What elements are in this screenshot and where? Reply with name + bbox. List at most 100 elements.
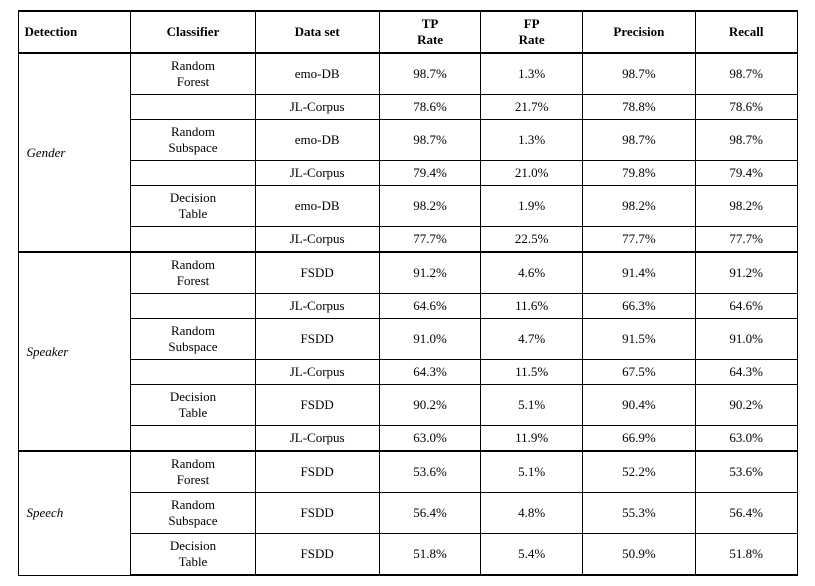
tp-cell: 79.4% xyxy=(379,161,481,186)
tp-cell: 64.6% xyxy=(379,294,481,319)
classifier-cell: RandomSubspace xyxy=(131,319,255,360)
fp-cell: 1.9% xyxy=(481,186,583,227)
recall-cell: 98.7% xyxy=(695,53,797,95)
table-body: GenderRandomForestemo-DB98.7%1.3%98.7%98… xyxy=(18,53,797,575)
classifier-cell: RandomForest xyxy=(131,451,255,493)
classifier-cell: DecisionTable xyxy=(131,534,255,576)
dataset-cell: FSDD xyxy=(255,252,379,294)
precision-cell: 50.9% xyxy=(582,534,695,576)
recall-cell: 91.2% xyxy=(695,252,797,294)
dataset-cell: JL-Corpus xyxy=(255,426,379,452)
fp-cell: 5.1% xyxy=(481,385,583,426)
header-tp: TPRate xyxy=(379,11,481,53)
fp-cell: 22.5% xyxy=(481,227,583,253)
fp-cell: 21.7% xyxy=(481,95,583,120)
dataset-cell: FSDD xyxy=(255,451,379,493)
dataset-cell: FSDD xyxy=(255,385,379,426)
fp-cell: 1.3% xyxy=(481,120,583,161)
dataset-cell: FSDD xyxy=(255,534,379,576)
recall-cell: 64.6% xyxy=(695,294,797,319)
dataset-cell: JL-Corpus xyxy=(255,360,379,385)
fp-cell: 4.6% xyxy=(481,252,583,294)
table-row: SpeechRandomForestFSDD53.6%5.1%52.2%53.6… xyxy=(18,451,797,493)
recall-cell: 64.3% xyxy=(695,360,797,385)
table-row: JL-Corpus77.7%22.5%77.7%77.7% xyxy=(18,227,797,253)
recall-cell: 51.8% xyxy=(695,534,797,576)
table-row: RandomSubspaceemo-DB98.7%1.3%98.7%98.7% xyxy=(18,120,797,161)
tp-cell: 90.2% xyxy=(379,385,481,426)
precision-cell: 91.5% xyxy=(582,319,695,360)
dataset-cell: FSDD xyxy=(255,493,379,534)
precision-cell: 78.8% xyxy=(582,95,695,120)
dataset-cell: emo-DB xyxy=(255,53,379,95)
tp-cell: 51.8% xyxy=(379,534,481,576)
table-row: SpeakerRandomForestFSDD91.2%4.6%91.4%91.… xyxy=(18,252,797,294)
fp-cell: 1.3% xyxy=(481,53,583,95)
dataset-cell: FSDD xyxy=(255,319,379,360)
detection-cell: Speech xyxy=(18,451,131,575)
detection-cell: Gender xyxy=(18,53,131,252)
table-row: JL-Corpus64.3%11.5%67.5%64.3% xyxy=(18,360,797,385)
recall-cell: 78.6% xyxy=(695,95,797,120)
precision-cell: 98.7% xyxy=(582,120,695,161)
classifier-cell: DecisionTable xyxy=(131,186,255,227)
header-row: Detection Classifier Data set TPRate FPR… xyxy=(18,11,797,53)
fp-cell: 11.9% xyxy=(481,426,583,452)
table-wrapper: Detection Classifier Data set TPRate FPR… xyxy=(8,0,808,586)
table-row: DecisionTableFSDD51.8%5.4%50.9%51.8% xyxy=(18,534,797,576)
detection-cell: Speaker xyxy=(18,252,131,451)
table-row: RandomSubspaceFSDD56.4%4.8%55.3%56.4% xyxy=(18,493,797,534)
precision-cell: 52.2% xyxy=(582,451,695,493)
classifier-cell xyxy=(131,426,255,452)
table-row: JL-Corpus78.6%21.7%78.8%78.6% xyxy=(18,95,797,120)
classifier-cell: DecisionTable xyxy=(131,385,255,426)
results-table: Detection Classifier Data set TPRate FPR… xyxy=(18,10,798,576)
table-row: GenderRandomForestemo-DB98.7%1.3%98.7%98… xyxy=(18,53,797,95)
tp-cell: 64.3% xyxy=(379,360,481,385)
tp-cell: 63.0% xyxy=(379,426,481,452)
precision-cell: 98.7% xyxy=(582,53,695,95)
recall-cell: 91.0% xyxy=(695,319,797,360)
tp-cell: 91.2% xyxy=(379,252,481,294)
recall-cell: 98.7% xyxy=(695,120,797,161)
classifier-cell xyxy=(131,161,255,186)
precision-cell: 91.4% xyxy=(582,252,695,294)
classifier-cell xyxy=(131,95,255,120)
table-row: JL-Corpus64.6%11.6%66.3%64.6% xyxy=(18,294,797,319)
precision-cell: 66.3% xyxy=(582,294,695,319)
header-recall: Recall xyxy=(695,11,797,53)
classifier-cell xyxy=(131,227,255,253)
precision-cell: 90.4% xyxy=(582,385,695,426)
recall-cell: 63.0% xyxy=(695,426,797,452)
fp-cell: 4.8% xyxy=(481,493,583,534)
header-classifier: Classifier xyxy=(131,11,255,53)
fp-cell: 11.6% xyxy=(481,294,583,319)
recall-cell: 79.4% xyxy=(695,161,797,186)
fp-cell: 4.7% xyxy=(481,319,583,360)
classifier-cell: RandomSubspace xyxy=(131,493,255,534)
precision-cell: 79.8% xyxy=(582,161,695,186)
precision-cell: 66.9% xyxy=(582,426,695,452)
tp-cell: 53.6% xyxy=(379,451,481,493)
tp-cell: 77.7% xyxy=(379,227,481,253)
recall-cell: 77.7% xyxy=(695,227,797,253)
classifier-cell: RandomForest xyxy=(131,252,255,294)
table-row: DecisionTableFSDD90.2%5.1%90.4%90.2% xyxy=(18,385,797,426)
table-row: DecisionTableemo-DB98.2%1.9%98.2%98.2% xyxy=(18,186,797,227)
tp-cell: 98.7% xyxy=(379,120,481,161)
tp-cell: 98.7% xyxy=(379,53,481,95)
dataset-cell: JL-Corpus xyxy=(255,294,379,319)
header-precision: Precision xyxy=(582,11,695,53)
recall-cell: 56.4% xyxy=(695,493,797,534)
header-detection: Detection xyxy=(18,11,131,53)
tp-cell: 98.2% xyxy=(379,186,481,227)
classifier-cell: RandomSubspace xyxy=(131,120,255,161)
recall-cell: 53.6% xyxy=(695,451,797,493)
fp-cell: 11.5% xyxy=(481,360,583,385)
fp-cell: 5.1% xyxy=(481,451,583,493)
classifier-cell xyxy=(131,294,255,319)
dataset-cell: JL-Corpus xyxy=(255,95,379,120)
precision-cell: 67.5% xyxy=(582,360,695,385)
recall-cell: 90.2% xyxy=(695,385,797,426)
header-fp: FPRate xyxy=(481,11,583,53)
